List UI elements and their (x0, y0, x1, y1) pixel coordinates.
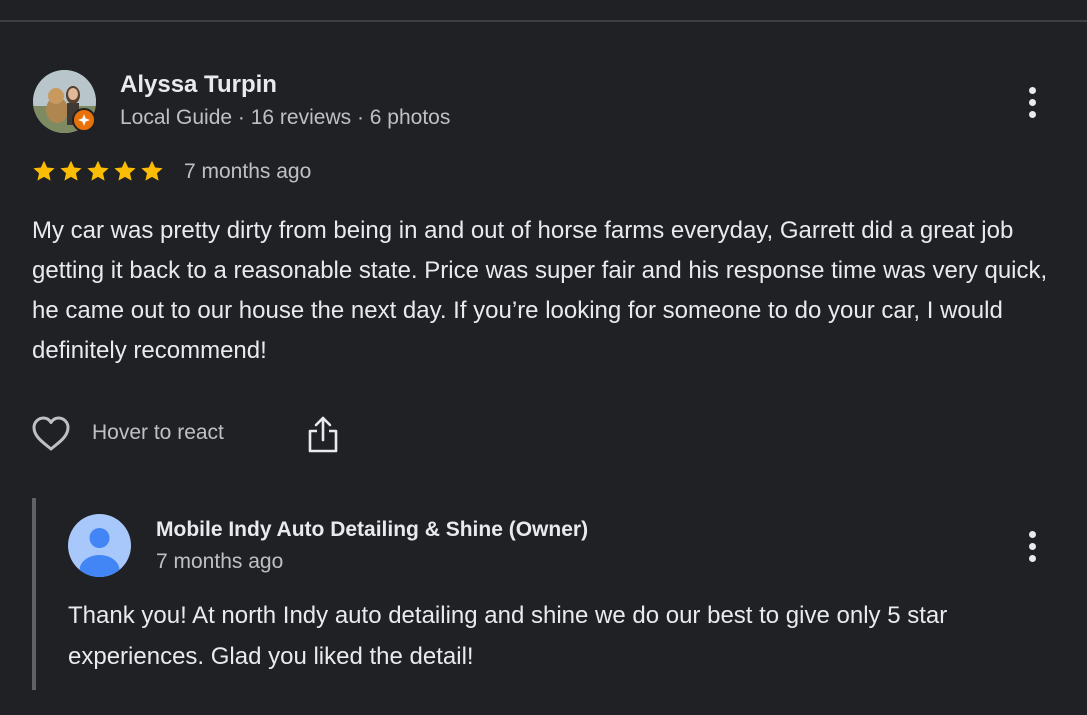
more-vert-icon (1028, 530, 1036, 538)
star-icon (60, 160, 82, 181)
reviewer-name[interactable]: Alyssa Turpin (120, 71, 277, 99)
star-icon (87, 160, 109, 181)
owner-reply-date: 7 months ago (156, 550, 284, 573)
review-text: My car was pretty dirty from being in an… (32, 217, 1048, 364)
reviewer-meta: Local Guide · 16 reviews · 6 photos (120, 106, 451, 129)
star-icon (114, 160, 136, 181)
owner-avatar (68, 514, 131, 577)
star-icon (141, 160, 163, 181)
owner-reply-text: Thank you! At north Indy auto detailing … (68, 602, 948, 670)
react-button[interactable] (30, 414, 72, 454)
hover-to-react-label: Hover to react (92, 421, 224, 444)
heart-outline-icon (32, 416, 70, 451)
share-icon (308, 416, 338, 453)
more-vert-icon (1028, 86, 1036, 94)
review-card: Alyssa Turpin Local Guide · 16 reviews ·… (0, 0, 1087, 715)
owner-reply-more-options-button[interactable] (1020, 526, 1044, 566)
share-button[interactable] (306, 414, 340, 454)
star-rating (31, 158, 165, 184)
local-guide-badge-icon (72, 108, 96, 132)
review-date: 7 months ago (184, 160, 312, 183)
owner-reply-indent-bar (32, 498, 36, 690)
more-options-button[interactable] (1020, 82, 1044, 122)
star-icon (33, 160, 55, 181)
owner-name: Mobile Indy Auto Detailing & Shine (Owne… (156, 518, 589, 541)
default-person-avatar-icon (79, 528, 120, 577)
